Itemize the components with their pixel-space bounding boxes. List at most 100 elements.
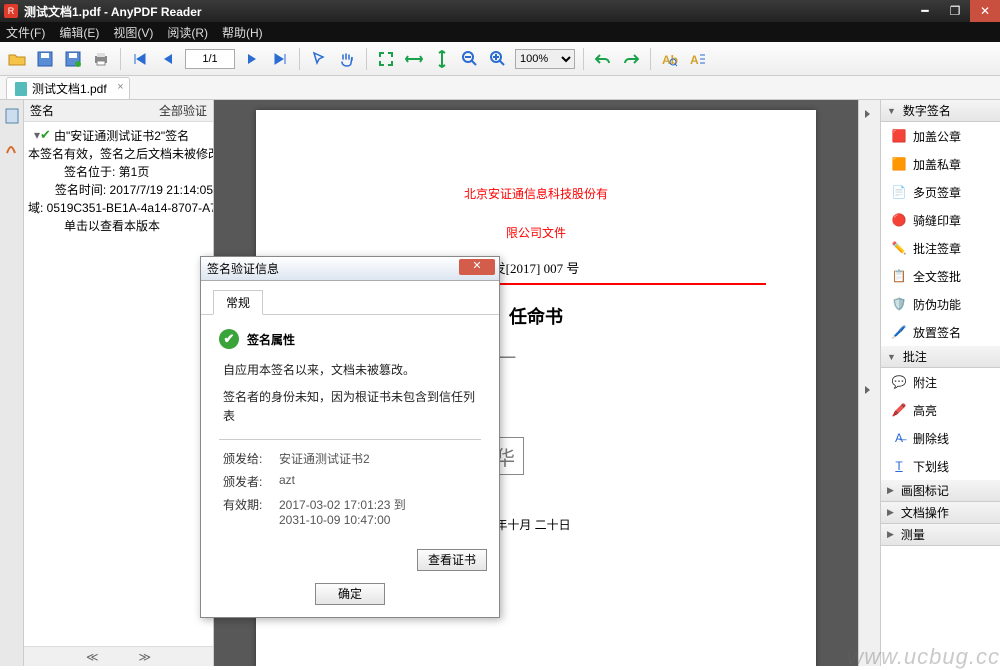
find-icon[interactable]: Ab (659, 48, 681, 70)
right-rail (858, 100, 880, 666)
ok-button[interactable]: 确定 (315, 583, 385, 605)
fit-both-icon[interactable] (375, 48, 397, 70)
menu-help[interactable]: 帮助(H) (222, 24, 263, 41)
check-icon: ✔ (219, 329, 239, 349)
redo-icon[interactable] (620, 48, 642, 70)
fit-width-icon[interactable] (403, 48, 425, 70)
window-controls: ━ ❐ ✕ (910, 0, 1000, 22)
hand-icon[interactable] (336, 48, 358, 70)
doc-title: 北京安证通信息科技股份有限公司文件 (256, 110, 816, 258)
first-page-icon[interactable] (129, 48, 151, 70)
row-issued-by: 颁发者:azt (223, 473, 477, 490)
menu-view[interactable]: 视图(V) (113, 24, 153, 41)
dialog-ok-row: 确定 (201, 577, 499, 617)
dialog-title-text: 签名验证信息 (207, 260, 279, 277)
main-area: 签名 全部验证 ▾✔由"安证通测试证书2"签名 本签名有效，签名之后文档未被修改… (0, 100, 1000, 666)
undo-icon[interactable] (592, 48, 614, 70)
row-validity: 有效期:2017-03-02 17:01:23 到 2031-10-09 10:… (223, 496, 477, 527)
zoom-select[interactable]: 100% (515, 49, 575, 69)
tab-close-icon[interactable]: × (117, 81, 123, 93)
dialog-close-icon[interactable]: ✕ (459, 259, 495, 275)
dialog-button-row: 查看证书 (201, 543, 499, 577)
left-rail (0, 100, 24, 666)
title-text: 测试文档1.pdf - AnyPDF Reader (24, 3, 202, 20)
view-cert-button[interactable]: 查看证书 (417, 549, 487, 571)
perf-icon: 🔴 (891, 212, 907, 228)
strike-icon: A̶ (891, 430, 907, 446)
rail-sign-icon[interactable] (2, 138, 22, 158)
collapse-right-icon[interactable] (862, 108, 878, 124)
underline-icon: T (891, 458, 907, 474)
highlight-icon: 🖍️ (891, 402, 907, 418)
menu-file[interactable]: 文件(F) (6, 24, 45, 41)
restore-button[interactable]: ❐ (940, 0, 970, 22)
panel-header: 签名 全部验证 (24, 100, 213, 122)
section-digital-sign[interactable]: ▼数字签名 (881, 100, 1000, 122)
verify-all-link[interactable]: 全部验证 (159, 102, 207, 119)
section-document[interactable]: ▶文档操作 (881, 502, 1000, 524)
tab-label: 测试文档1.pdf (32, 80, 107, 97)
close-button[interactable]: ✕ (970, 0, 1000, 22)
document-tab[interactable]: 测试文档1.pdf × (6, 77, 130, 99)
item-perforation[interactable]: 🔴骑缝印章 (881, 206, 1000, 234)
item-anticounterfeit[interactable]: 🛡️防伪功能 (881, 290, 1000, 318)
toolbar: 100% Ab A (0, 42, 1000, 76)
dialog-titlebar[interactable]: 签名验证信息 ✕ (201, 257, 499, 281)
menu-read[interactable]: 阅读(R) (167, 24, 208, 41)
section-drawing[interactable]: ▶画图标记 (881, 480, 1000, 502)
collapse-icon[interactable]: ≪ (86, 650, 99, 664)
approve-icon: 📋 (891, 268, 907, 284)
item-underline[interactable]: T下划线 (881, 452, 1000, 480)
saveas-icon[interactable] (62, 48, 84, 70)
panel-footer: ≪ ≫ (24, 646, 213, 666)
save-icon[interactable] (34, 48, 56, 70)
zoom-in-icon[interactable] (487, 48, 509, 70)
tree-root[interactable]: ▾✔由"安证通测试证书2"签名 (28, 126, 213, 144)
find-text-icon[interactable]: A (687, 48, 709, 70)
minimize-button[interactable]: ━ (910, 0, 940, 22)
svg-text:A: A (690, 53, 699, 67)
tree-item[interactable]: 签名时间: 2017/7/19 21:14:05 (28, 180, 213, 198)
tree-item[interactable]: 单击以查看本版本 (28, 216, 213, 234)
dialog-msg2: 签名者的身份未知，因为根证书未包含到信任列表 (223, 388, 477, 426)
seal2-icon: 🟧 (891, 156, 907, 172)
item-multi-page[interactable]: 📄多页签章 (881, 178, 1000, 206)
tree-item[interactable]: 本签名有效，签名之后文档未被修改 (28, 144, 213, 162)
fit-height-icon[interactable] (431, 48, 453, 70)
page-input[interactable] (185, 49, 235, 69)
print-icon[interactable] (90, 48, 112, 70)
tab-strip: 测试文档1.pdf × (0, 76, 1000, 100)
rail-pages-icon[interactable] (2, 106, 22, 126)
item-strike[interactable]: A̶删除线 (881, 424, 1000, 452)
expand-icon[interactable]: ≫ (139, 650, 152, 664)
tree-item[interactable]: 签名位于: 第1页 (28, 162, 213, 180)
note-icon: 💬 (891, 374, 907, 390)
item-full-approve[interactable]: 📋全文签批 (881, 262, 1000, 290)
pages-icon: 📄 (891, 184, 907, 200)
section-measure[interactable]: ▶测量 (881, 524, 1000, 546)
right-panel: ▼数字签名 🟥加盖公章 🟧加盖私章 📄多页签章 🔴骑缝印章 ✏️批注签章 📋全文… (880, 100, 1000, 666)
open-icon[interactable] (6, 48, 28, 70)
row-issued-to: 颁发给:安证通测试证书2 (223, 450, 477, 467)
zoom-out-icon[interactable] (459, 48, 481, 70)
place-icon: 🖊️ (891, 324, 907, 340)
item-annot-sign[interactable]: ✏️批注签章 (881, 234, 1000, 262)
select-icon[interactable] (308, 48, 330, 70)
item-private-seal[interactable]: 🟧加盖私章 (881, 150, 1000, 178)
dialog-tab-general[interactable]: 常规 (213, 290, 263, 315)
item-public-seal[interactable]: 🟥加盖公章 (881, 122, 1000, 150)
item-place-sign[interactable]: 🖊️放置签名 (881, 318, 1000, 346)
prev-page-icon[interactable] (157, 48, 179, 70)
last-page-icon[interactable] (269, 48, 291, 70)
menu-bar: 文件(F) 编辑(E) 视图(V) 阅读(R) 帮助(H) (0, 22, 1000, 42)
item-highlight[interactable]: 🖍️高亮 (881, 396, 1000, 424)
expand-right-icon[interactable] (862, 384, 878, 400)
section-annotation[interactable]: ▼批注 (881, 346, 1000, 368)
watermark: www.ucbug.cc (847, 644, 1000, 670)
menu-edit[interactable]: 编辑(E) (59, 24, 99, 41)
tree-item[interactable]: 域: 0519C351-BE1A-4a14-8707-A772 (28, 198, 213, 216)
item-note[interactable]: 💬附注 (881, 368, 1000, 396)
next-page-icon[interactable] (241, 48, 263, 70)
dialog-msg1: 自应用本签名以来，文档未被篡改。 (223, 361, 477, 380)
dialog-body: ✔ 签名属性 自应用本签名以来，文档未被篡改。 签名者的身份未知，因为根证书未包… (201, 315, 499, 543)
